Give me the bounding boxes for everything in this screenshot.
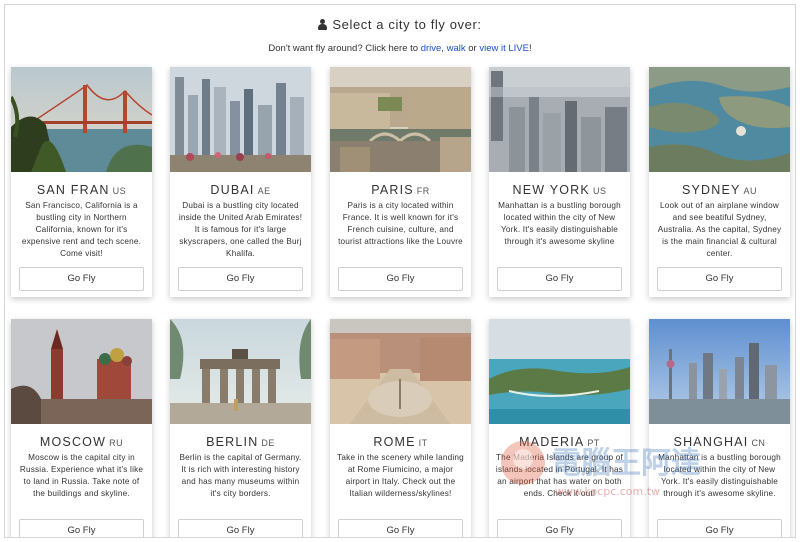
go-fly-button[interactable]: Go Fly: [657, 519, 782, 537]
go-fly-button[interactable]: Go Fly: [657, 267, 782, 291]
subtitle-sep-2: or: [465, 43, 480, 54]
go-fly-button[interactable]: Go Fly: [338, 519, 463, 537]
go-fly-button[interactable]: Go Fly: [497, 519, 622, 537]
city-card-maderia: MADERIA PT The Maderia Islands are group …: [489, 319, 630, 537]
city-photo-berlin: [170, 319, 311, 424]
drive-link[interactable]: drive: [421, 43, 442, 54]
city-photo-dubai: [170, 67, 311, 172]
city-card-new-york: NEW YORK US Manhattan is a bustling borou…: [489, 67, 630, 297]
view-live-link[interactable]: view it LIVE: [479, 43, 529, 54]
page-title: Select a city to fly over:: [318, 17, 481, 32]
city-name: SYDNEY AU: [649, 183, 790, 197]
city-card-shanghai: SHANGHAI CN Manhattan is a bustling borou…: [649, 319, 790, 537]
city-photo-moscow: [11, 319, 152, 424]
city-name-text: DUBAI: [210, 183, 255, 197]
city-photo-paris: [330, 67, 471, 172]
city-name-text: ROME: [373, 435, 416, 449]
country-code: IT: [418, 438, 428, 448]
country-code: AE: [257, 186, 271, 196]
city-card-san-fran: SAN FRAN US San Francisco, California is …: [11, 67, 152, 297]
city-name: DUBAI AE: [170, 183, 311, 197]
city-description: Look out of an airplane window and see b…: [657, 201, 782, 258]
country-code: US: [112, 186, 127, 196]
city-name: NEW YORK US: [489, 183, 630, 197]
city-name-text: SHANGHAI: [673, 435, 749, 449]
city-name: PARIS FR: [330, 183, 471, 197]
subtitle-suffix: !: [528, 43, 532, 54]
country-code: US: [592, 186, 607, 196]
country-code: AU: [743, 186, 758, 196]
city-photo-sydney: [649, 67, 790, 172]
city-name: ROME IT: [330, 435, 471, 449]
city-name: BERLIN DE: [170, 435, 311, 449]
city-name-text: MADERIA: [519, 435, 585, 449]
city-photo-new-york: [489, 67, 630, 172]
city-name-text: SAN FRAN: [36, 183, 110, 197]
city-description: Manhattan is a bustling borough located …: [658, 453, 781, 498]
city-description: Take in the scenery while landing at Rom…: [337, 453, 464, 498]
city-card-moscow: MOSCOW RU Moscow is the capital city in R…: [11, 319, 152, 537]
country-code: PT: [587, 438, 600, 448]
city-name-text: NEW YORK: [512, 183, 590, 197]
city-description: Berlin is the capital of Germany. It is …: [179, 453, 302, 498]
city-card-dubai: DUBAI AE Dubai is a bustling city located…: [170, 67, 311, 297]
country-code: FR: [416, 186, 430, 196]
city-description: The Maderia Islands are group of islands…: [495, 453, 624, 498]
city-description: Dubai is a bustling city located inside …: [178, 201, 303, 258]
country-code: RU: [109, 438, 124, 448]
city-photo-rome: [330, 319, 471, 424]
city-card-berlin: BERLIN DE Berlin is the capital of German…: [170, 319, 311, 537]
city-photo-shanghai: [649, 319, 790, 424]
city-description: Manhattan is a bustling borough located …: [498, 201, 621, 246]
go-fly-button[interactable]: Go Fly: [178, 267, 303, 291]
page-subtitle: Don't want fly around? Click here to dri…: [5, 43, 795, 54]
go-fly-button[interactable]: Go Fly: [497, 267, 622, 291]
city-name-text: SYDNEY: [681, 183, 741, 197]
header: Select a city to fly over: Don't want fl…: [5, 17, 795, 54]
city-photo-maderia: [489, 319, 630, 424]
city-name: MOSCOW RU: [11, 435, 152, 449]
go-fly-button[interactable]: Go Fly: [19, 519, 144, 537]
subtitle-prefix: Don't want fly around? Click here to: [268, 43, 421, 54]
city-description: Moscow is the capital city in Russia. Ex…: [19, 453, 144, 498]
walk-link[interactable]: walk: [447, 43, 466, 54]
country-code: DE: [261, 438, 275, 448]
city-description: San Francisco, California is a bustling …: [21, 201, 142, 258]
city-name: SAN FRAN US: [11, 183, 152, 197]
city-card-sydney: SYDNEY AU Look out of an airplane window …: [649, 67, 790, 297]
user-icon: [318, 19, 328, 30]
city-card-paris: PARIS FR Paris is a city located within F…: [330, 67, 471, 297]
go-fly-button[interactable]: Go Fly: [178, 519, 303, 537]
country-code: CN: [751, 438, 766, 448]
city-name-text: MOSCOW: [39, 435, 107, 449]
city-name-text: BERLIN: [206, 435, 259, 449]
city-name: MADERIA PT: [489, 435, 630, 449]
city-name: SHANGHAI CN: [649, 435, 790, 449]
city-name-text: PARIS: [371, 183, 414, 197]
go-fly-button[interactable]: Go Fly: [19, 267, 144, 291]
city-description: Paris is a city located within France. I…: [338, 201, 463, 246]
go-fly-button[interactable]: Go Fly: [338, 267, 463, 291]
page-frame: Select a city to fly over: Don't want fl…: [4, 4, 796, 538]
city-card-rome: ROME IT Take in the scenery while landing…: [330, 319, 471, 537]
city-photo-san-fran: [11, 67, 152, 172]
page-title-text: Select a city to fly over:: [332, 17, 482, 32]
